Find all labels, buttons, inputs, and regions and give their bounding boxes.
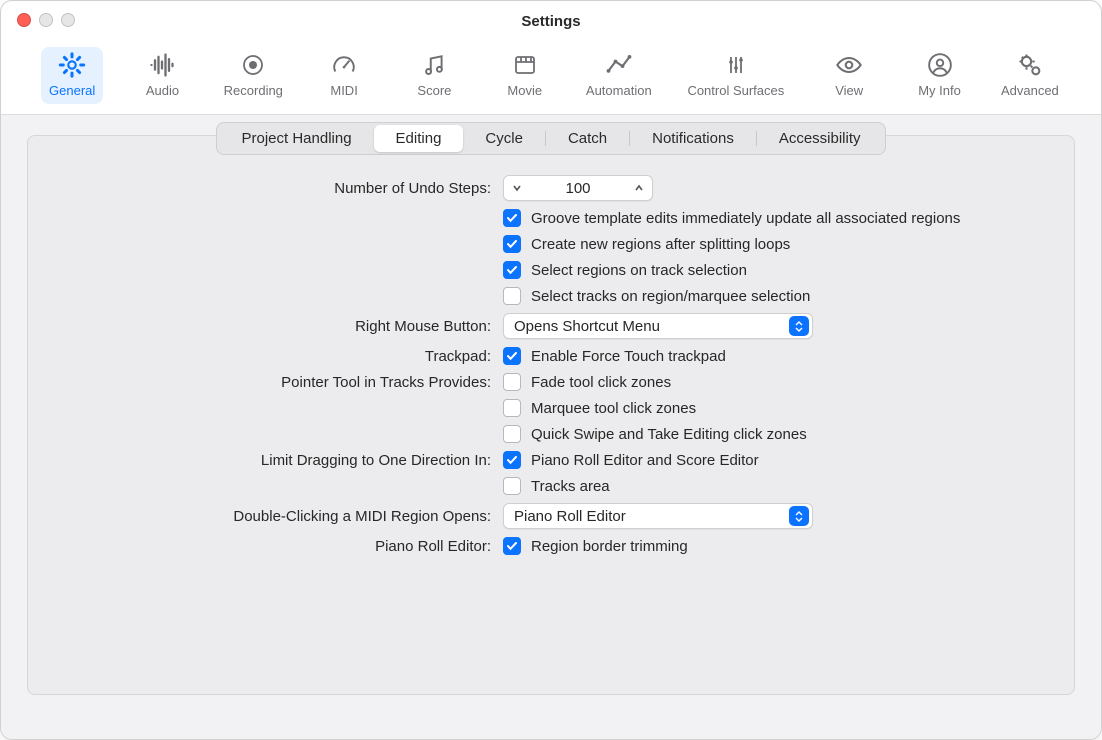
stepper-decrement-button[interactable]	[504, 176, 530, 200]
toolbar-audio[interactable]: Audio	[131, 47, 193, 104]
checkbox-fade-tool-click-zones[interactable]	[503, 373, 521, 391]
record-icon	[241, 51, 265, 79]
toolbar-midi[interactable]: MIDI	[313, 47, 375, 104]
tab-notifications[interactable]: Notifications	[630, 125, 756, 152]
toolbar-advanced[interactable]: Advanced	[999, 47, 1061, 104]
toolbar-label: Automation	[586, 83, 652, 98]
limit-dragging-label: Limit Dragging to One Direction In:	[88, 452, 493, 469]
film-icon	[513, 51, 537, 79]
toolbar-recording[interactable]: Recording	[222, 47, 285, 104]
double-click-midi-select[interactable]: Piano Roll Editor	[503, 503, 813, 529]
toolbar-movie[interactable]: Movie	[494, 47, 556, 104]
undo-steps-label: Number of Undo Steps:	[88, 180, 493, 197]
sliders-icon	[724, 51, 748, 79]
tab-catch[interactable]: Catch	[546, 125, 629, 152]
toolbar-general[interactable]: General	[41, 47, 103, 104]
toolbar-label: Score	[417, 83, 451, 98]
toolbar-control-surfaces[interactable]: Control Surfaces	[682, 47, 790, 104]
checkbox-label: Select regions on track selection	[531, 262, 747, 279]
checkbox-label: Marquee tool click zones	[531, 400, 696, 417]
trackpad-label: Trackpad:	[88, 348, 493, 365]
toolbar-label: View	[835, 83, 863, 98]
undo-steps-stepper[interactable]: 100	[503, 175, 653, 201]
toolbar-label: Recording	[224, 83, 283, 98]
waveform-icon	[148, 51, 176, 79]
double-click-midi-label: Double-Clicking a MIDI Region Opens:	[88, 508, 493, 525]
editing-form: Number of Undo Steps: 100	[28, 169, 1074, 555]
select-value: Opens Shortcut Menu	[514, 318, 789, 335]
zoom-window-button[interactable]	[61, 13, 75, 27]
gears-icon	[1016, 51, 1044, 79]
checkbox-label: Piano Roll Editor and Score Editor	[531, 452, 759, 469]
checkbox-limit-piano-score[interactable]	[503, 451, 521, 469]
toolbar-label: MIDI	[330, 83, 357, 98]
checkbox-region-border-trimming[interactable]	[503, 537, 521, 555]
tab-accessibility[interactable]: Accessibility	[757, 125, 883, 152]
content-area: Project Handling Editing Cycle Catch Not…	[1, 115, 1101, 739]
eye-icon	[835, 51, 863, 79]
checkbox-create-regions-after-split[interactable]	[503, 235, 521, 253]
gauge-icon	[331, 51, 357, 79]
checkbox-label: Region border trimming	[531, 538, 688, 555]
toolbar-label: Control Surfaces	[687, 83, 784, 98]
select-arrow-icon	[789, 506, 809, 526]
checkbox-marquee-tool-click-zones[interactable]	[503, 399, 521, 417]
tab-project-handling[interactable]: Project Handling	[219, 125, 373, 152]
toolbar-my-info[interactable]: My Info	[908, 47, 970, 104]
toolbar-label: General	[49, 83, 95, 98]
checkbox-limit-tracks-area[interactable]	[503, 477, 521, 495]
automation-curve-icon	[605, 51, 633, 79]
toolbar-score[interactable]: Score	[403, 47, 465, 104]
sub-tabs: Project Handling Editing Cycle Catch Not…	[28, 122, 1074, 155]
titlebar: Settings	[1, 1, 1101, 41]
toolbar-automation[interactable]: Automation	[584, 47, 654, 104]
gear-icon	[58, 51, 86, 79]
window-title: Settings	[521, 13, 580, 30]
toolbar-label: My Info	[918, 83, 961, 98]
settings-window: Settings General Audio Recording MIDI	[0, 0, 1102, 740]
checkbox-select-regions-on-track[interactable]	[503, 261, 521, 279]
close-window-button[interactable]	[17, 13, 31, 27]
checkbox-label: Quick Swipe and Take Editing click zones	[531, 426, 807, 443]
toolbar-label: Audio	[146, 83, 179, 98]
checkbox-label: Tracks area	[531, 478, 610, 495]
toolbar-view[interactable]: View	[818, 47, 880, 104]
checkbox-groove-template[interactable]	[503, 209, 521, 227]
person-circle-icon	[927, 51, 953, 79]
select-arrow-icon	[789, 316, 809, 336]
toolbar-label: Movie	[507, 83, 542, 98]
segmented-control: Project Handling Editing Cycle Catch Not…	[216, 122, 885, 155]
checkbox-label: Groove template edits immediately update…	[531, 210, 960, 227]
checkbox-label: Fade tool click zones	[531, 374, 671, 391]
tab-editing[interactable]: Editing	[374, 125, 464, 152]
checkbox-select-tracks-on-region[interactable]	[503, 287, 521, 305]
minimize-window-button[interactable]	[39, 13, 53, 27]
right-mouse-button-label: Right Mouse Button:	[88, 318, 493, 335]
music-notes-icon	[421, 51, 447, 79]
toolbar-label: Advanced	[1001, 83, 1059, 98]
undo-steps-value: 100	[530, 180, 626, 197]
toolbar: General Audio Recording MIDI Score	[1, 41, 1101, 115]
checkbox-label: Enable Force Touch trackpad	[531, 348, 726, 365]
checkbox-label: Select tracks on region/marquee selectio…	[531, 288, 810, 305]
checkbox-label: Create new regions after splitting loops	[531, 236, 790, 253]
piano-roll-editor-label: Piano Roll Editor:	[88, 538, 493, 555]
tab-cycle[interactable]: Cycle	[463, 125, 545, 152]
right-mouse-button-select[interactable]: Opens Shortcut Menu	[503, 313, 813, 339]
checkbox-force-touch[interactable]	[503, 347, 521, 365]
checkbox-quick-swipe-click-zones[interactable]	[503, 425, 521, 443]
settings-panel: Project Handling Editing Cycle Catch Not…	[27, 135, 1075, 695]
window-controls	[17, 13, 75, 27]
select-value: Piano Roll Editor	[514, 508, 789, 525]
stepper-increment-button[interactable]	[626, 176, 652, 200]
pointer-tool-label: Pointer Tool in Tracks Provides:	[88, 374, 493, 391]
